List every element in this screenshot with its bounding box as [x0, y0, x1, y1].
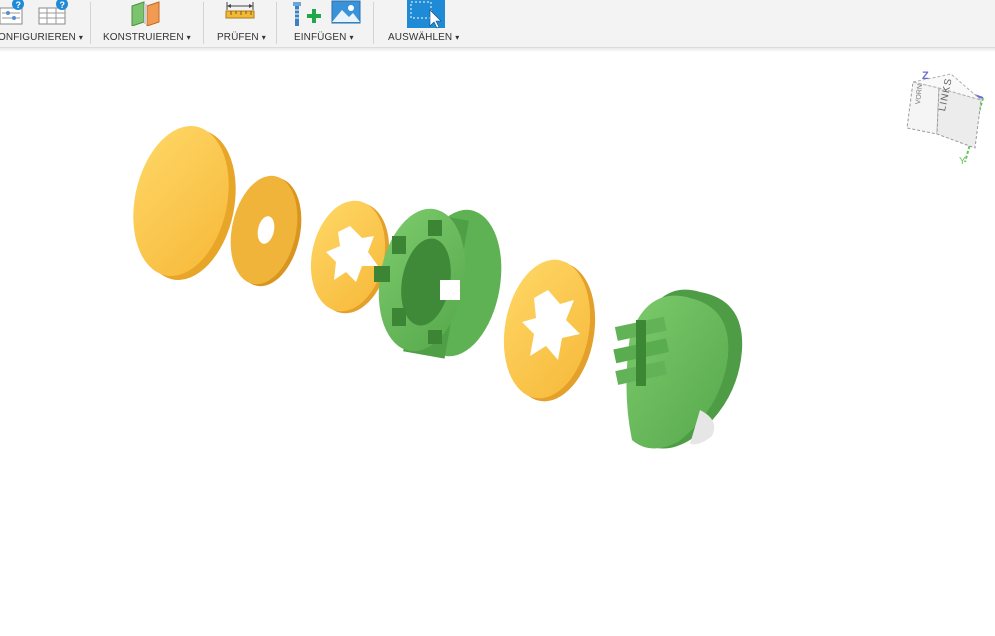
insert-mcmaster-tool[interactable] — [291, 0, 325, 28]
parameters-icon: ? — [0, 0, 24, 25]
construct-label: KONSTRUIEREN — [103, 32, 184, 43]
measure-tool[interactable] — [224, 0, 256, 26]
image-icon — [331, 0, 361, 24]
insert-label: EINFÜGEN — [294, 32, 347, 43]
housing-part[interactable] — [368, 202, 512, 363]
configuration-table-icon: ? — [38, 0, 68, 25]
ribbon-toolbar: ? ? ONFIGURIEREN ▾ KONSTRUIEREN ▾ PRÜFEN… — [0, 0, 995, 48]
chevron-down-icon: ▾ — [455, 33, 460, 42]
select-cursor-icon — [407, 0, 445, 29]
inspect-menu[interactable]: PRÜFEN ▾ — [217, 32, 266, 43]
inspect-label: PRÜFEN — [217, 32, 259, 43]
insert-group: EINFÜGEN ▾ — [277, 0, 373, 47]
configure-menu[interactable]: ONFIGURIEREN ▾ — [0, 32, 83, 43]
configure-parameters-tool[interactable]: ? — [0, 0, 30, 30]
select-label: AUSWÄHLEN — [388, 32, 453, 43]
select-menu[interactable]: AUSWÄHLEN ▾ — [388, 32, 459, 43]
cap-disc-part[interactable] — [120, 117, 249, 289]
select-tool[interactable] — [406, 0, 446, 30]
construct-menu[interactable]: KONSTRUIEREN ▾ — [103, 32, 191, 43]
chevron-down-icon: ▾ — [78, 33, 83, 42]
insert-component-icon — [293, 2, 321, 26]
3d-viewport[interactable] — [0, 52, 995, 631]
y-axis-label: Y — [959, 156, 966, 167]
measure-ruler-icon — [225, 2, 255, 19]
configure-group: ? ? ONFIGURIEREN ▾ — [0, 0, 90, 47]
z-axis-label: Z — [922, 70, 929, 82]
construct-plane-tool[interactable] — [129, 0, 163, 28]
svg-text:?: ? — [60, 0, 66, 10]
chevron-down-icon: ▾ — [261, 33, 266, 42]
model-canvas[interactable] — [0, 52, 995, 631]
offset-plane-icon — [131, 1, 160, 27]
chevron-down-icon: ▾ — [349, 33, 354, 42]
select-group: AUSWÄHLEN ▾ — [374, 0, 474, 47]
insert-canvas-tool[interactable] — [331, 0, 363, 26]
insert-menu[interactable]: EINFÜGEN ▾ — [294, 32, 354, 43]
knob-part[interactable] — [613, 289, 743, 449]
ratchet-ring-part-2[interactable] — [493, 253, 605, 408]
chevron-down-icon: ▾ — [186, 33, 191, 42]
configure-table-tool[interactable]: ? — [38, 0, 72, 30]
view-cube[interactable]: Z Y LINKS VORN — [895, 70, 990, 170]
construct-group: KONSTRUIEREN ▾ — [91, 0, 203, 47]
inspect-group: PRÜFEN ▾ — [204, 0, 276, 47]
configure-label: ONFIGURIEREN — [0, 32, 76, 43]
svg-text:?: ? — [16, 0, 22, 10]
